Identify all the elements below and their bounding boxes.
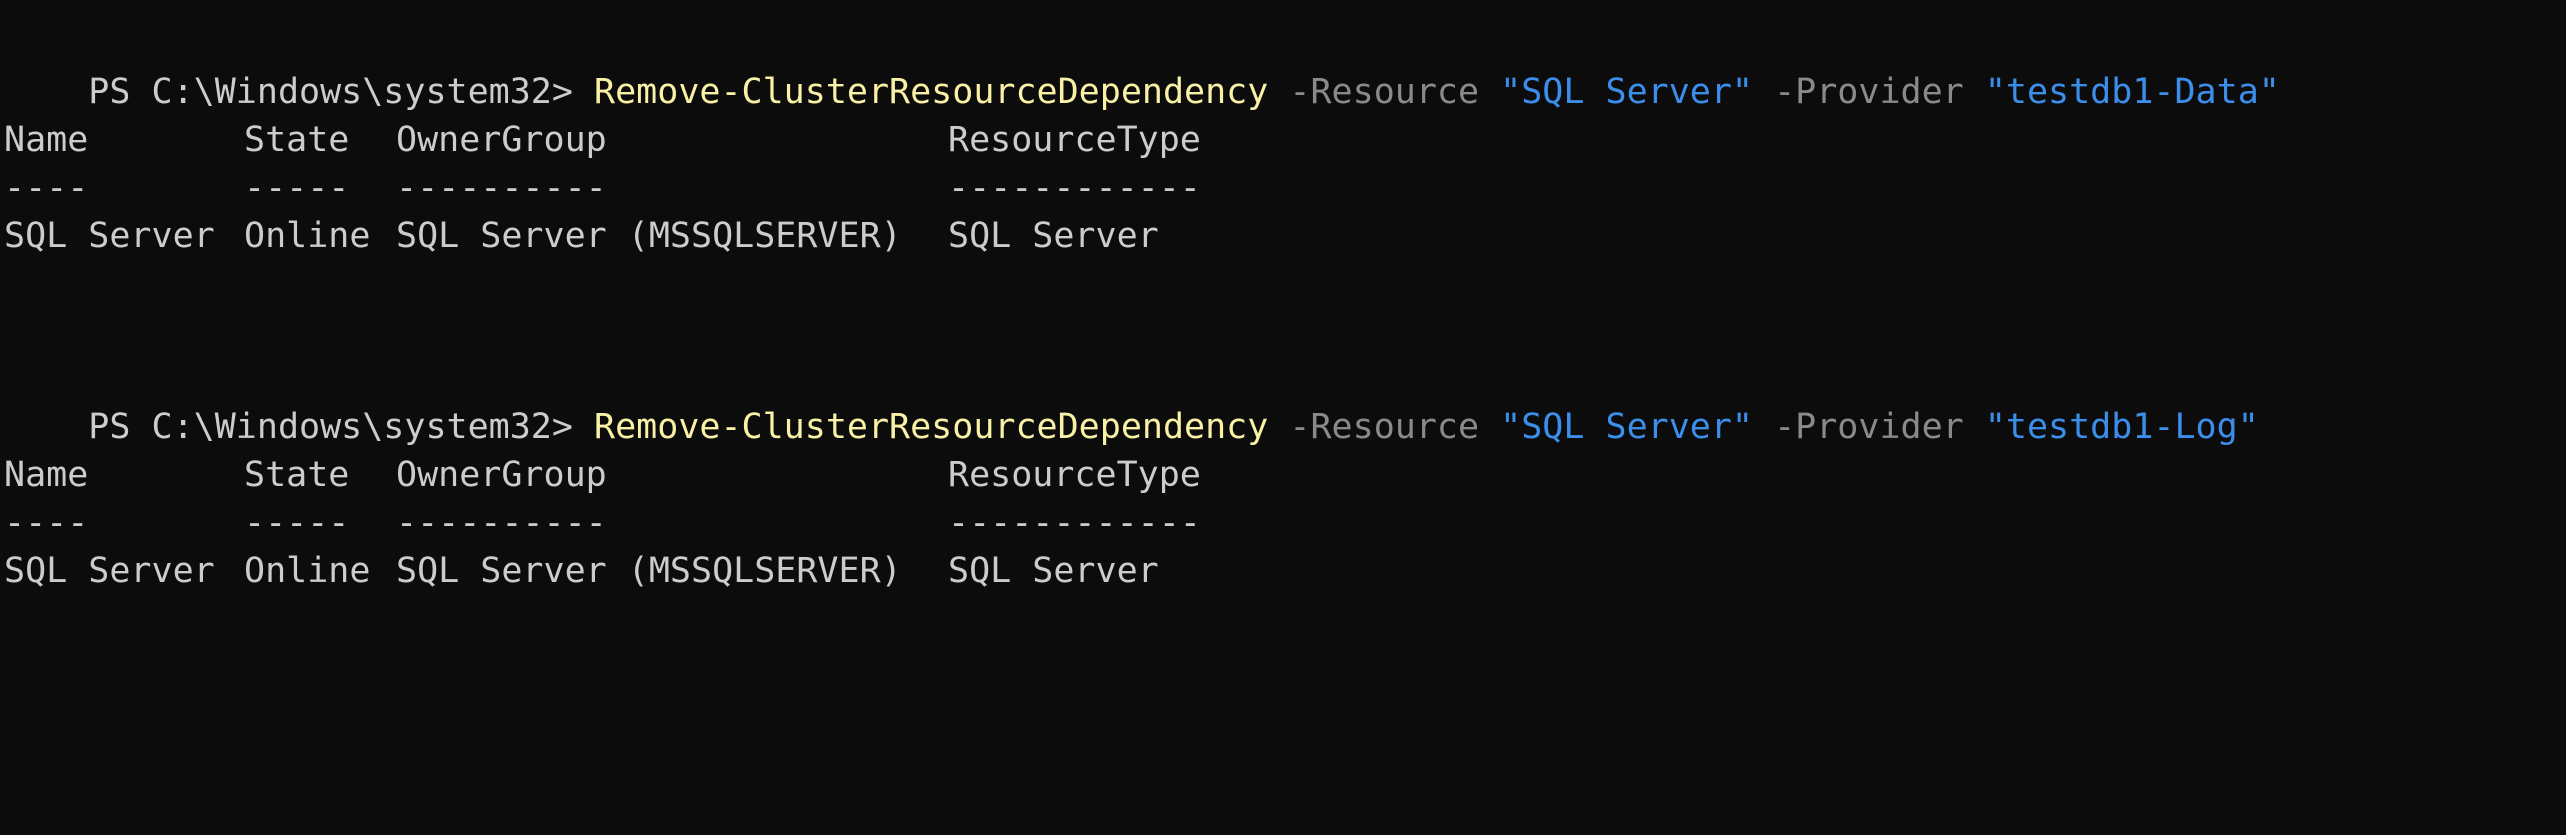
header-ownergroup: OwnerGroup (396, 120, 607, 160)
cell-resourcetype: SQL Server (948, 551, 1159, 591)
header-state: State (244, 120, 350, 160)
table-row-2: SQL Server Online SQL Server (MSSQLSERVE… (4, 547, 1404, 595)
divider-name: ---- (4, 168, 89, 208)
command-line-1: PS C:\Windows\system32> Remove-ClusterRe… (4, 20, 2280, 112)
header-state: State (244, 455, 350, 495)
table-header-2: Name State OwnerGroup ResourceType (4, 451, 1404, 499)
table-row-1: SQL Server Online SQL Server (MSSQLSERVE… (4, 212, 1404, 260)
command-line-2: PS C:\Windows\system32> Remove-ClusterRe… (4, 355, 2258, 447)
header-resourcetype: ResourceType (948, 455, 1201, 495)
cell-state: Online (244, 216, 371, 256)
parameter-provider: -Provider (1774, 407, 1964, 447)
divider-state: ----- (244, 503, 350, 543)
prompt: PS C:\Windows\system32> (88, 407, 573, 447)
header-resourcetype: ResourceType (948, 120, 1201, 160)
divider-name: ---- (4, 503, 89, 543)
parameter-provider: -Provider (1774, 72, 1964, 112)
cell-name: SQL Server (4, 551, 215, 591)
argument-resource: "SQL Server" (1500, 407, 1754, 447)
cell-resourcetype: SQL Server (948, 216, 1159, 256)
divider-ownergroup: ---------- (396, 168, 607, 208)
argument-provider: "testdb1-Log" (1984, 407, 2259, 447)
table-divider-2: ---- ----- ---------- ------------ (4, 499, 1404, 547)
divider-state: ----- (244, 168, 350, 208)
cmdlet: Remove-ClusterResourceDependency (594, 407, 1269, 447)
divider-resourcetype: ------------ (948, 168, 1201, 208)
header-name: Name (4, 455, 89, 495)
cell-name: SQL Server (4, 216, 215, 256)
header-name: Name (4, 120, 89, 160)
cmdlet: Remove-ClusterResourceDependency (594, 72, 1269, 112)
cell-ownergroup: SQL Server (MSSQLSERVER) (396, 216, 902, 256)
cell-state: Online (244, 551, 371, 591)
parameter-resource: -Resource (1289, 72, 1480, 112)
parameter-resource: -Resource (1289, 407, 1480, 447)
cell-ownergroup: SQL Server (MSSQLSERVER) (396, 551, 902, 591)
divider-ownergroup: ---------- (396, 503, 607, 543)
argument-resource: "SQL Server" (1500, 72, 1754, 112)
argument-provider: "testdb1-Data" (1984, 72, 2280, 112)
divider-resourcetype: ------------ (948, 503, 1201, 543)
terminal-window[interactable]: PS C:\Windows\system32> Remove-ClusterRe… (0, 0, 2566, 676)
table-divider-1: ---- ----- ---------- ------------ (4, 164, 1404, 212)
prompt: PS C:\Windows\system32> (88, 72, 573, 112)
header-ownergroup: OwnerGroup (396, 455, 607, 495)
table-header-1: Name State OwnerGroup ResourceType (4, 116, 1404, 164)
